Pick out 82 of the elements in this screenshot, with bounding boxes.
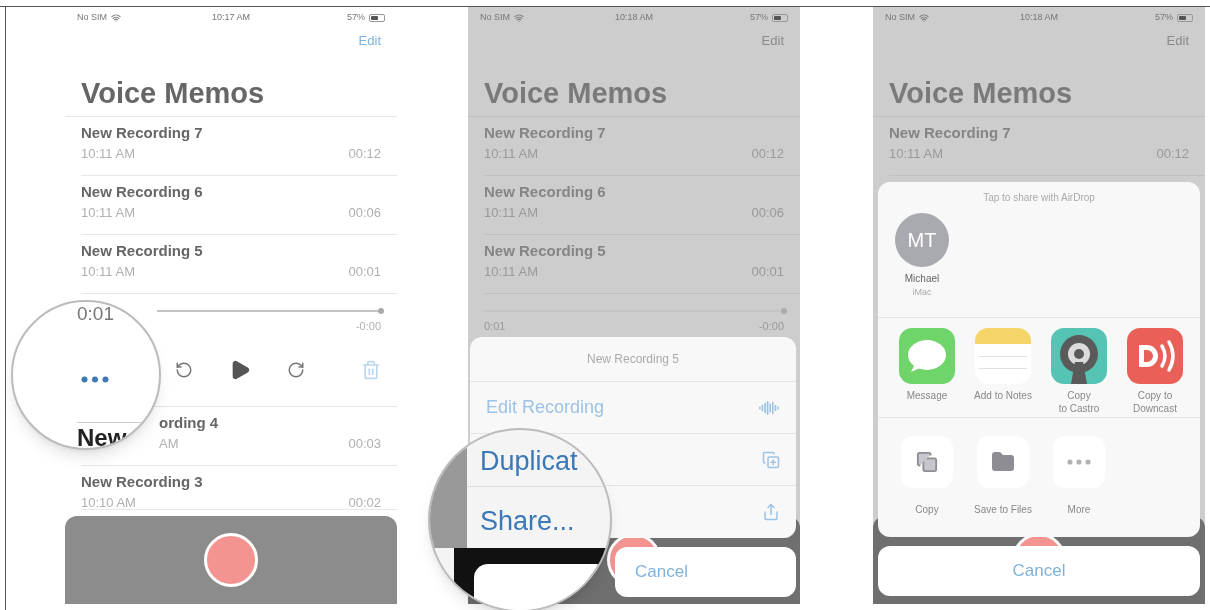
remaining-time: -0:00 [355,319,381,334]
clock-time: 10:18 AM [1020,11,1058,25]
contact-initials: MT [907,228,937,253]
recording-name: New Recording 7 [81,124,203,141]
recording-row[interactable]: New Recording 7 10:11 AM 00:12 [81,117,397,176]
action-label: Duplicat [480,448,578,475]
recording-duration: 00:01 [348,263,381,281]
battery-percentage: 57% [347,11,365,25]
wifi-icon [111,13,121,23]
battery-icon [369,14,385,22]
action-label: More [1067,503,1091,517]
recording-duration: 00:03 [348,434,381,453]
podcast-app-icon[interactable] [1051,328,1107,384]
contact-name: Michael [904,272,940,286]
cancel-button[interactable]: Cancel [615,547,796,597]
recording-row[interactable]: New Recording 3 10:10 AM 00:02 [81,465,397,510]
scrubber-thumb[interactable] [781,308,787,314]
forward-icon[interactable] [287,361,305,379]
edit-button[interactable]: Edit [358,31,381,51]
recording-name: New Recording 3 [81,472,203,490]
edit-button[interactable]: Edit [761,31,784,51]
recording-row[interactable]: New Recording 5 10:11 AM 00:01 [81,235,397,294]
edit-button[interactable]: Edit [1166,31,1189,51]
battery-percentage: 57% [1155,11,1173,25]
rewind-icon[interactable] [175,361,193,379]
carrier-label: No SIM [77,11,107,25]
clock-time: 10:18 AM [615,11,653,25]
battery-icon [772,14,788,22]
share-action-tile[interactable] [977,436,1029,488]
app-label: Add to Notes [974,389,1032,402]
recording-duration: 00:02 [348,493,381,509]
recording-name: New Recording 7 [484,124,606,141]
screen-title: Voice Memos [484,79,668,108]
recording-row[interactable]: New Recording 6 10:11 AM 00:06 [81,176,397,235]
elapsed-time: 0:01 [77,304,114,323]
recording-name: New Recording 5 [484,242,606,259]
action-label: Edit Recording [486,396,605,419]
recording-name: New Recording 6 [484,183,606,200]
recording-name: New Recording 5 [81,242,203,259]
app-label: Message [906,389,948,402]
wifi-icon [514,13,524,23]
copy-icon [916,451,938,473]
battery-icon [1177,14,1193,22]
recording-time: 10:10 AM [81,493,136,509]
duplicate-icon [762,450,780,469]
recording-duration: 00:12 [348,145,381,163]
clock-time: 10:17 AM [212,11,250,25]
battery-percentage: 57% [750,11,768,25]
waveform-icon [758,399,780,416]
more-icon[interactable] [81,376,109,383]
action-label: Save to Files [974,503,1032,517]
action-label: Copy [915,503,939,517]
scrubber-thumb[interactable] [378,308,384,314]
device-name: iMac [912,286,932,299]
recording-time: AM [159,434,179,453]
recording-name: ording 4 [159,413,219,431]
airdrop-contact[interactable]: MT Michael iMac [894,213,950,300]
app-label: Copy to Castro [1058,389,1100,415]
airdrop-hint: Tap to share with AirDrop [982,191,1096,205]
cancel-button[interactable]: Cancel [878,546,1200,596]
podcast-app-icon[interactable] [1127,328,1183,384]
share-action-tile[interactable] [1053,436,1105,488]
folder-icon [991,450,1015,474]
record-button[interactable] [204,533,258,587]
screen-title: Voice Memos [81,79,265,108]
carrier-label: No SIM [885,11,915,25]
more-icon[interactable] [1067,459,1091,465]
recording-time: 10:11 AM [81,263,135,281]
action-label: Share... [480,508,575,535]
share-action-tile[interactable] [901,436,953,488]
recording-time: 10:11 AM [81,145,135,163]
sheet-title: New Recording 5 [586,351,679,368]
share-icon [762,503,780,521]
recording-name: New Recording 6 [81,183,203,200]
carrier-label: No SIM [480,11,510,25]
screen-title: Voice Memos [889,79,1073,108]
recording-duration: 00:06 [348,204,381,222]
wifi-icon [919,13,929,23]
app-label: Copy to Downcast [1133,389,1177,415]
recording-name: New Recording 7 [889,124,1011,141]
recording-time: 10:11 AM [81,204,135,222]
message-app-icon[interactable] [899,328,955,384]
